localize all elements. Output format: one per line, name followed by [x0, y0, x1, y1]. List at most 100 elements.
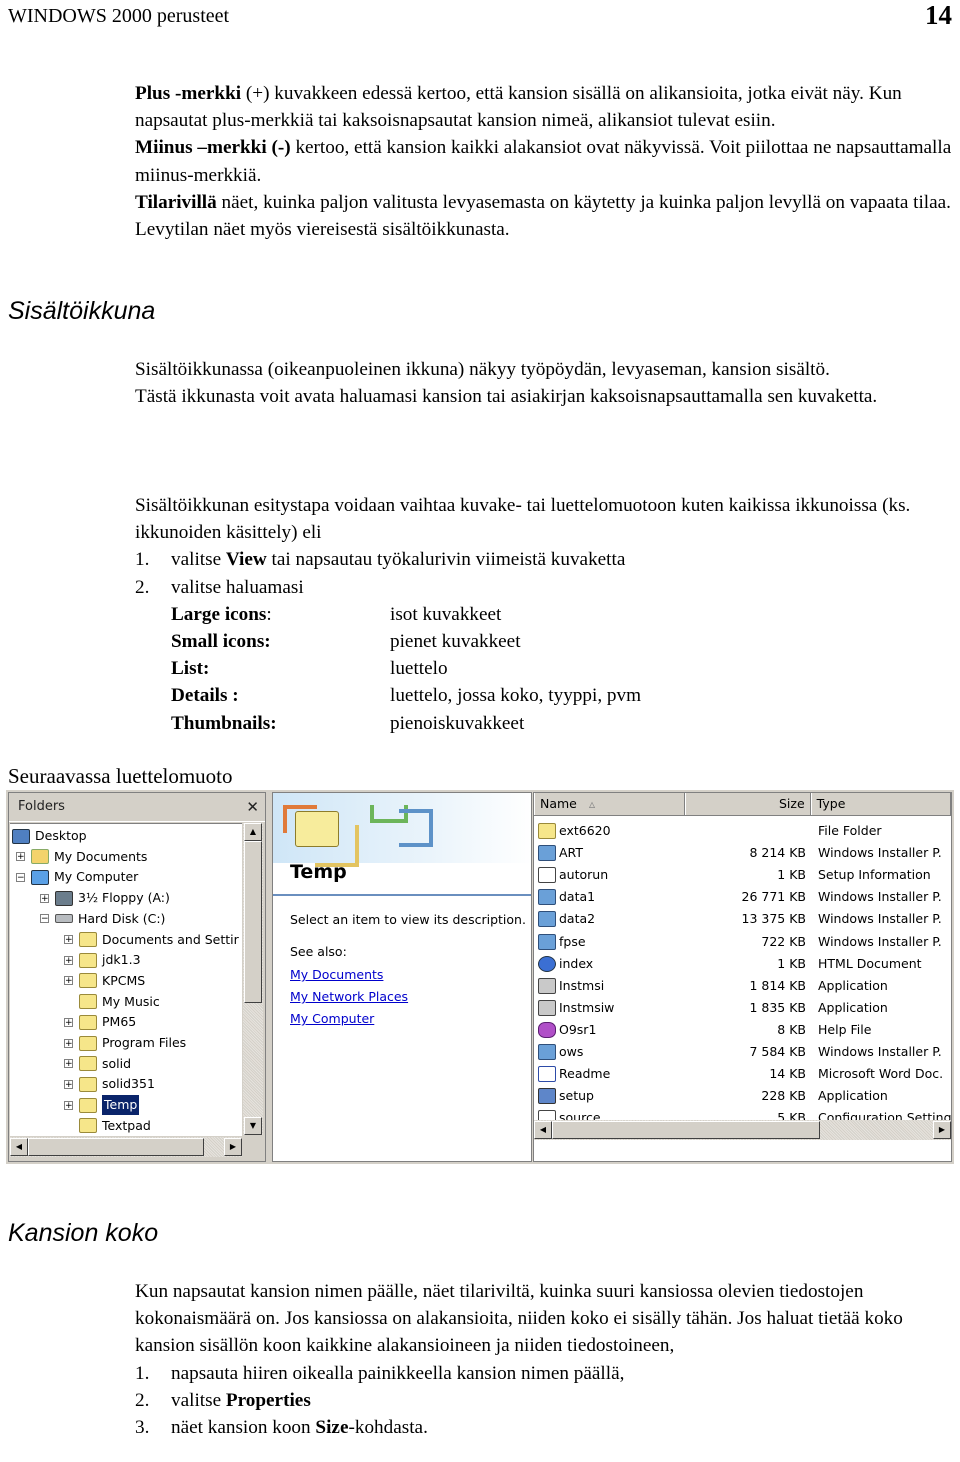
expand-icon[interactable]: + [64, 1059, 73, 1069]
tree-item[interactable]: + solid [64, 1054, 131, 1074]
step-number: 2. [135, 1389, 150, 1411]
file-row[interactable]: autorun 1 KB Setup Information [534, 864, 951, 886]
tree-item[interactable]: − My Computer [16, 867, 138, 887]
column-header-type[interactable]: Type [810, 793, 951, 815]
folder-tree: Desktop + My Documents − My Computer +3½ Flop… [10, 823, 242, 1136]
help-file-icon [538, 1021, 556, 1038]
status-bar-paragraph: Tilarivillä näet, kuinka paljon valitust… [135, 189, 955, 243]
tree-item[interactable]: + Program Files [64, 1033, 186, 1053]
view-option-name: Large icons: [171, 603, 272, 625]
file-size: 722 KB [761, 933, 806, 949]
file-row[interactable]: data2 13 375 KB Windows Installer P. [534, 908, 951, 930]
link-my-network-places[interactable]: My Network Places [290, 989, 408, 1004]
view-step-2: 2. valitse haluamasi [135, 574, 955, 601]
sort-ascending-icon: ▵ [588, 796, 596, 811]
tree-item[interactable]: − Hard Disk (C:) [40, 909, 165, 929]
file-name: ows [559, 1044, 584, 1059]
file-type: Application [818, 977, 888, 993]
expand-icon[interactable]: + [16, 852, 25, 862]
file-row[interactable]: Readme 14 KB Microsoft Word Doc. [534, 1063, 951, 1085]
tree-item[interactable]: +3½ Floppy (A:) [40, 888, 170, 908]
tree-item[interactable]: + Documents and Settir [64, 930, 239, 950]
scroll-left-arrow-icon[interactable]: ◀ [10, 1138, 28, 1156]
file-row[interactable]: Instmsiw 1 835 KB Application [534, 997, 951, 1019]
file-name: ext6620 [559, 823, 611, 838]
expand-icon[interactable]: + [64, 935, 73, 945]
expand-icon[interactable]: + [64, 1017, 73, 1027]
list-horizontal-scrollbar[interactable]: ◀ ▶ [534, 1120, 951, 1140]
tree-connector [64, 997, 73, 1006]
expand-icon[interactable]: + [40, 893, 49, 903]
tree-item-label: Hard Disk (C:) [78, 910, 166, 926]
tree-item[interactable]: Desktop [12, 826, 87, 846]
file-size: 1 KB [777, 867, 806, 883]
file-type: Windows Installer P. [818, 845, 942, 861]
folder-icon [79, 1097, 97, 1113]
scrollbar-thumb[interactable] [552, 1121, 820, 1139]
step-text: valitse [171, 1389, 226, 1411]
tree-item[interactable]: + My Documents [16, 847, 147, 867]
file-name-cell: Readme [534, 1063, 686, 1085]
tree-item[interactable]: My Music [64, 992, 160, 1012]
expand-icon[interactable]: + [64, 955, 73, 965]
scrollbar-thumb[interactable] [28, 1138, 204, 1156]
file-name-cell: data2 [534, 908, 686, 930]
tree-item[interactable]: + jdk1.3 [64, 950, 141, 970]
view-option-row: Small icons: pienet kuvakkeet [135, 628, 955, 655]
expand-icon[interactable]: + [64, 976, 73, 986]
scroll-left-arrow-icon[interactable]: ◀ [534, 1121, 552, 1139]
file-name-cell: Instmsiw [534, 997, 686, 1019]
scrollbar-thumb[interactable] [244, 841, 262, 1003]
file-type: Windows Installer P. [818, 1044, 942, 1059]
scroll-down-arrow-icon[interactable]: ▼ [244, 1117, 262, 1135]
link-my-documents[interactable]: My Documents [290, 967, 383, 982]
content-window-text: Sisältöikkunassa (oikeanpuoleinen ikkuna… [135, 356, 955, 410]
file-size: 7 584 KB [749, 1044, 806, 1059]
column-header-name[interactable]: Name ▵ [534, 793, 686, 815]
msi-file-icon [538, 845, 556, 862]
file-row[interactable]: ext6620 File Folder [534, 820, 951, 842]
file-name-cell: fpse [534, 931, 686, 953]
scroll-right-arrow-icon[interactable]: ▶ [224, 1138, 242, 1156]
scroll-up-arrow-icon[interactable]: ▲ [244, 823, 262, 841]
tree-item-label: KPCMS [102, 972, 146, 988]
expand-icon[interactable]: + [64, 1079, 73, 1089]
inf-file-icon [538, 867, 556, 884]
folder-icon [79, 952, 97, 968]
folder-webview-pane: Temp Select an item to view its descript… [272, 792, 532, 1162]
collapse-icon[interactable]: − [40, 914, 49, 924]
expand-icon[interactable]: + [64, 1038, 73, 1048]
link-my-computer[interactable]: My Computer [290, 1011, 374, 1026]
file-type: Microsoft Word Doc. [818, 1066, 944, 1082]
scroll-right-arrow-icon[interactable]: ▶ [933, 1121, 951, 1139]
step-text: näet kansion koon [171, 1417, 316, 1439]
collapse-icon[interactable]: − [16, 872, 25, 882]
tree-vertical-scrollbar[interactable]: ▲ ▼ [243, 823, 263, 1135]
msi-file-icon [538, 1044, 556, 1060]
view-mode-paragraph: Sisältöikkunan esitystapa voidaan vaihta… [135, 495, 911, 544]
step-text: valitse [171, 549, 226, 571]
expand-icon[interactable]: + [64, 1100, 73, 1110]
tree-horizontal-scrollbar[interactable]: ◀ ▶ [10, 1137, 242, 1157]
file-row[interactable]: Instmsi 1 814 KB Application [534, 975, 951, 997]
tree-item[interactable]: + KPCMS [64, 971, 145, 991]
tree-item[interactable]: + PM65 [64, 1012, 136, 1032]
size-term: Size [315, 1417, 349, 1439]
tree-item[interactable]: Textpad [64, 1116, 151, 1136]
file-name: ART [559, 845, 583, 861]
file-name-cell: ows [534, 1041, 686, 1063]
folder-icon [79, 973, 97, 989]
tree-item[interactable]: + Temp [64, 1095, 140, 1116]
file-row[interactable]: data1 26 771 KB Windows Installer P. [534, 886, 951, 908]
file-row[interactable]: fpse 722 KB Windows Installer P. [534, 931, 951, 953]
close-icon[interactable]: ✕ [246, 793, 259, 821]
file-row[interactable]: ART 8 214 KB Windows Installer P. [534, 842, 951, 864]
file-row[interactable]: setup 228 KB Application [534, 1085, 951, 1107]
content-window-paragraph-2: Tästä ikkunasta voit avata haluamasi kan… [135, 386, 878, 408]
column-header-size[interactable]: Size [685, 793, 811, 815]
file-type: Help File [818, 1021, 872, 1037]
file-row[interactable]: ows 7 584 KB Windows Installer P. [534, 1041, 951, 1063]
tree-item[interactable]: + solid351 [64, 1074, 155, 1094]
file-row[interactable]: index 1 KB HTML Document [534, 953, 951, 975]
file-row[interactable]: O9sr1 8 KB Help File [534, 1019, 951, 1041]
